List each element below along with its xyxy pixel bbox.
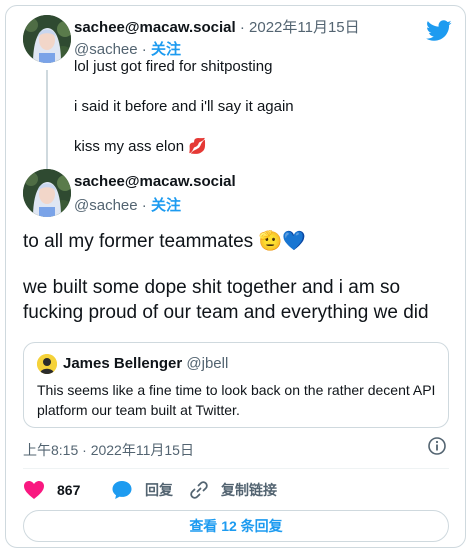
handle[interactable]: @sachee [74, 197, 138, 214]
twitter-bird-icon[interactable] [426, 20, 452, 42]
quote-author-line: James Bellenger @jbell [63, 355, 228, 372]
reply-handle-line: @sachee · 关注 [74, 38, 181, 59]
divider [23, 468, 449, 469]
copy-link-label: 复制链接 [221, 482, 277, 498]
dot-separator: · [141, 41, 147, 58]
tweet-date[interactable]: 2022年11月15日 [249, 19, 360, 36]
avatar[interactable] [23, 15, 71, 63]
dot-separator: · [141, 197, 147, 214]
separator: · [239, 19, 245, 36]
quote-avatar[interactable] [37, 354, 57, 374]
copy-link-button[interactable]: 复制链接 [189, 478, 277, 502]
like-count: 867 [57, 482, 81, 498]
quote-text: This seems like a fine time to look back… [37, 382, 436, 418]
info-icon[interactable] [427, 436, 447, 456]
quote-handle[interactable]: @jbell [186, 355, 228, 372]
heart-icon [24, 481, 44, 499]
avatar[interactable] [23, 169, 71, 217]
reply-button[interactable]: 回复 [111, 478, 173, 502]
follow-button[interactable]: 关注 [151, 41, 181, 58]
handle[interactable]: @sachee [74, 41, 138, 58]
reply-label: 回复 [145, 482, 173, 498]
reply-author-line: sachee@macaw.social · 2022年11月15日 [74, 16, 360, 37]
tweet-timestamp[interactable]: 上午8:15 · 2022年11月15日 [23, 440, 194, 460]
reply-text-line: i said it before and i'll say it again [74, 98, 294, 115]
tweet-text-line: fucking proud of our team and everything… [23, 302, 429, 323]
thread-connector-line [46, 70, 48, 170]
link-icon [190, 481, 208, 499]
reply-text-line: lol just got fired for shitposting [74, 58, 273, 75]
like-button[interactable]: 867 [23, 478, 80, 502]
main-author-name[interactable]: sachee@macaw.social [74, 173, 236, 190]
embedded-tweet-card: sachee@macaw.social · 2022年11月15日 @sache… [5, 5, 466, 548]
follow-button[interactable]: 关注 [151, 197, 181, 214]
tweet-text-line: we built some dope shit together and i a… [23, 277, 401, 298]
quoted-tweet[interactable]: James Bellenger @jbell This seems like a… [23, 342, 449, 428]
tweet-text-line: to all my former teammates 🫡💙 [23, 231, 306, 252]
view-more-replies-button[interactable]: 查看 12 条回复 [23, 510, 449, 542]
speech-bubble-icon [112, 481, 132, 499]
reply-text-line: kiss my ass elon 💋 [74, 138, 207, 155]
quote-display-name[interactable]: James Bellenger [63, 355, 182, 372]
main-handle-line: @sachee · 关注 [74, 194, 181, 215]
display-name[interactable]: sachee@macaw.social [74, 19, 236, 36]
